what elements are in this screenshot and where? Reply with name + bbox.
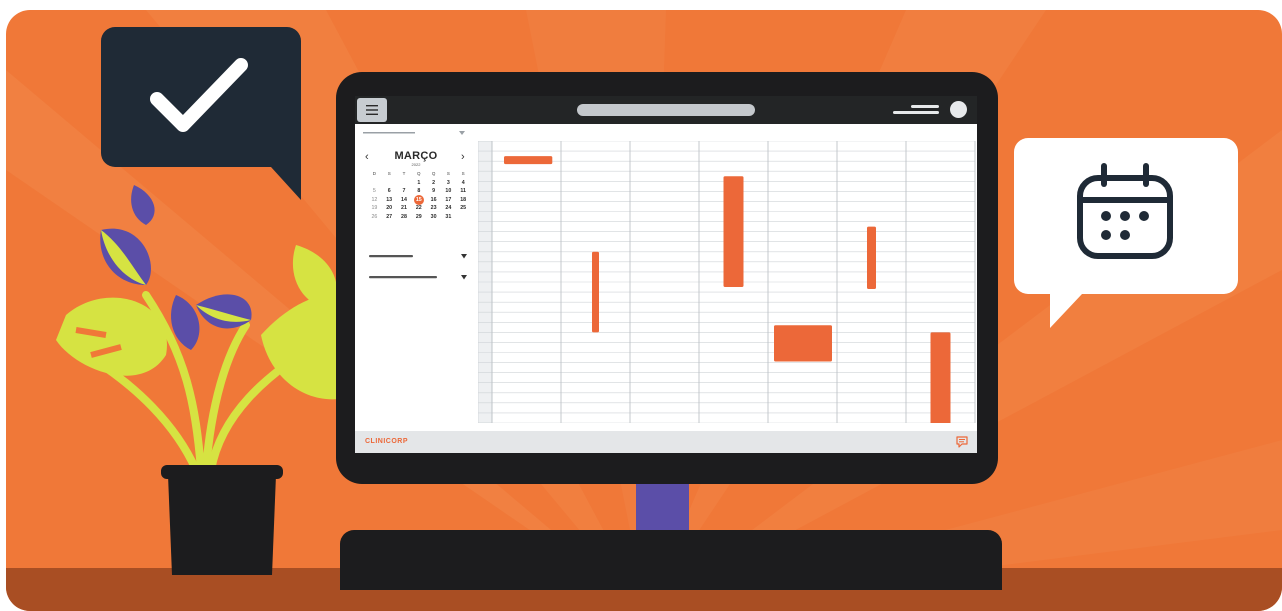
weekday-label: S — [446, 171, 450, 176]
appointment-block[interactable] — [930, 332, 951, 423]
calendar-day — [382, 179, 397, 188]
calendar-day[interactable]: 5 — [367, 187, 382, 196]
user-menu-lines[interactable] — [889, 103, 945, 117]
weekday-label: S — [387, 171, 391, 176]
weekday-label: D — [372, 171, 377, 176]
weekday-label: Q — [431, 171, 436, 176]
unit-select[interactable] — [363, 130, 467, 136]
calendar-day[interactable]: 18 — [456, 196, 471, 205]
app-screen: ‹ MARÇO 2022 › D S T Q Q S S 1 2 3 4 5 6 7 8 9 10 11 12 13 1… — [355, 96, 977, 453]
calendar-day[interactable]: 10 — [441, 187, 456, 196]
calendar-day[interactable]: 31 — [441, 213, 456, 222]
appointment-block[interactable] — [592, 251, 599, 333]
weekday-label: Q — [417, 171, 421, 176]
calendar-day[interactable]: 13 — [382, 196, 397, 205]
calendar-day[interactable]: 9 — [426, 187, 441, 196]
calendar-day[interactable]: 14 — [397, 196, 412, 205]
weekday-header: DSTQQSS — [367, 170, 471, 179]
weekday-label: S — [461, 171, 465, 176]
filter-dropdown-2[interactable] — [367, 273, 469, 281]
calendar-day[interactable]: 2 — [426, 179, 441, 188]
calendar-day[interactable]: 1 — [411, 179, 426, 188]
calendar-day — [367, 179, 382, 188]
monitor-base — [340, 530, 1002, 590]
calendar-day[interactable]: 22 — [411, 204, 426, 213]
calendar-day[interactable]: 20 — [382, 204, 397, 213]
footer-bar: CLINICORP — [355, 431, 977, 453]
brand-logo: CLINICORP — [365, 438, 408, 445]
avatar[interactable] — [950, 101, 967, 118]
illustration-scene: ‹ MARÇO 2022 › D S T Q Q S S 1 2 3 4 5 6 7 8 9 10 11 12 13 1… — [6, 10, 1282, 611]
hamburger-menu-icon — [366, 105, 378, 115]
appointment-block[interactable] — [867, 226, 876, 290]
calendar-day[interactable]: 16 — [426, 196, 441, 205]
calendar-day[interactable]: 25 — [456, 204, 471, 213]
weekday-label: T — [402, 171, 406, 176]
checkmark-bubble — [101, 27, 301, 200]
schedule-grid[interactable] — [478, 141, 977, 423]
appointment-block[interactable] — [723, 176, 744, 288]
filter-dropdown-1[interactable] — [367, 252, 469, 260]
year-label: 2022 — [411, 162, 421, 167]
calendar-day[interactable]: 7 — [397, 187, 412, 196]
top-bar — [355, 96, 977, 124]
chat-icon[interactable] — [955, 435, 969, 449]
calendar-day[interactable]: 12 — [367, 196, 382, 205]
menu-button[interactable] — [357, 98, 387, 122]
calendar-day[interactable]: 11 — [456, 187, 471, 196]
calendar-day[interactable]: 27 — [382, 213, 397, 222]
potted-plant — [56, 185, 356, 575]
calendar-day[interactable]: 6 — [382, 187, 397, 196]
calendar-day[interactable]: 4 — [456, 179, 471, 188]
calendar-day[interactable]: 24 — [441, 204, 456, 213]
calendar-day — [397, 179, 412, 188]
search-bar[interactable] — [577, 104, 755, 116]
month-title: MARÇO — [394, 150, 438, 162]
calendar-day — [456, 213, 471, 222]
calendar-day[interactable]: 3 — [441, 179, 456, 188]
next-month-button[interactable]: › — [461, 151, 465, 163]
calendar-day[interactable]: 30 — [426, 213, 441, 222]
prev-month-button[interactable]: ‹ — [365, 151, 369, 163]
calendar-day[interactable]: 29 — [411, 213, 426, 222]
calendar-bubble — [1014, 138, 1238, 328]
calendar-day[interactable]: 19 — [367, 204, 382, 213]
calendar-week: 1234 — [367, 179, 471, 188]
appointment-block[interactable] — [504, 156, 553, 165]
calendar-day[interactable]: 17 — [441, 196, 456, 205]
calendar-day[interactable]: 23 — [426, 204, 441, 213]
calendar-week: 19 20 21 22 23 24 25 — [367, 204, 471, 213]
appointment-block[interactable] — [774, 325, 832, 362]
sidebar: ‹ MARÇO 2022 › D S T Q Q S S 1 2 3 4 5 6 7 8 9 10 11 12 13 1… — [355, 124, 473, 431]
calendar-week: 26 27 28 29 30 31 — [367, 213, 471, 222]
calendar-day-selected[interactable]: 15 — [411, 194, 426, 204]
mini-calendar: D S T Q Q S S 1 2 3 4 5 6 7 8 9 10 11 12 13 14 15 16 17 18 19 20 21… — [367, 170, 471, 221]
calendar-week: 12 13 14 15 16 17 18 — [367, 194, 471, 205]
calendar-day[interactable]: 26 — [367, 213, 382, 222]
calendar-day[interactable]: 21 — [397, 204, 412, 213]
calendar-day[interactable]: 28 — [397, 213, 412, 222]
